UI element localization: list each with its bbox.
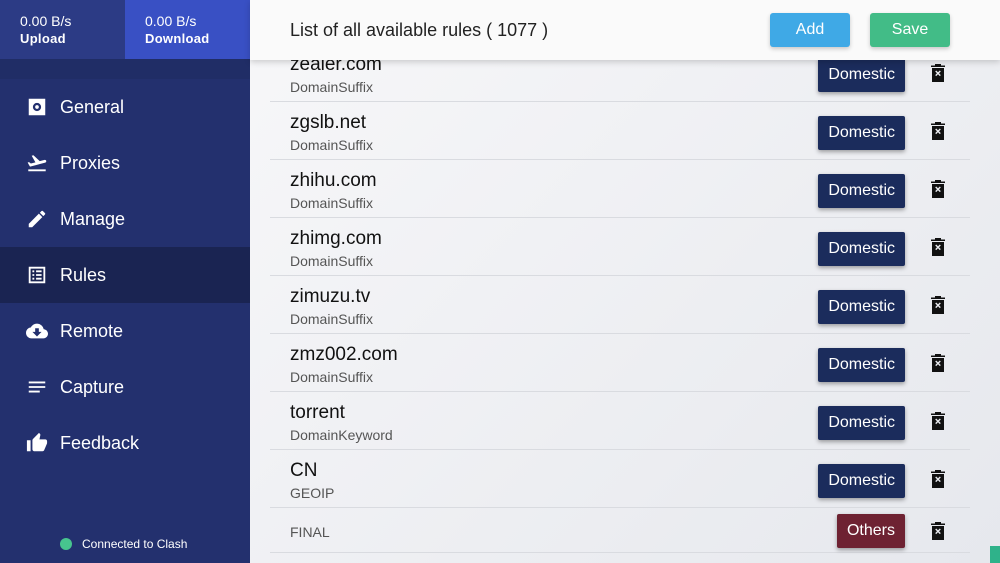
sidebar-item-general[interactable]: General bbox=[0, 79, 250, 135]
policy-button[interactable]: Domestic bbox=[818, 116, 905, 150]
upload-stat: 0.00 B/s Upload bbox=[0, 0, 125, 59]
add-button[interactable]: Add bbox=[770, 13, 850, 47]
rule-type: FINAL bbox=[290, 524, 330, 540]
upload-label: Upload bbox=[20, 31, 66, 46]
connection-status: Connected to Clash bbox=[60, 537, 187, 551]
scroll-indicator bbox=[990, 546, 1000, 563]
rule-type: DomainSuffix bbox=[290, 195, 374, 211]
rule-type: DomainSuffix bbox=[290, 253, 374, 269]
sidebar-item-label: Proxies bbox=[60, 152, 121, 173]
sidebar-item-rules[interactable]: Rules bbox=[0, 247, 250, 303]
cloud-download-icon bbox=[26, 320, 48, 342]
rule-name: zhihu.com bbox=[290, 170, 377, 191]
sidebar-item-feedback[interactable]: Feedback bbox=[0, 415, 250, 471]
rule-type: DomainSuffix bbox=[290, 137, 374, 153]
rule-type: GEOIP bbox=[290, 485, 335, 501]
trash-icon[interactable] bbox=[931, 354, 945, 372]
trash-icon[interactable] bbox=[931, 296, 945, 314]
trash-icon[interactable] bbox=[931, 180, 945, 198]
download-label: Download bbox=[145, 31, 210, 46]
table-row: CN GEOIP Domestic bbox=[270, 450, 970, 508]
main-panel: List of all available rules ( 1077 ) Add… bbox=[250, 0, 1000, 563]
rule-name: zgslb.net bbox=[290, 112, 367, 133]
connection-status-text: Connected to Clash bbox=[82, 537, 188, 551]
traffic-stats: 0.00 B/s Upload 0.00 B/s Download bbox=[0, 0, 250, 59]
rule-type: DomainSuffix bbox=[290, 79, 374, 95]
policy-button[interactable]: Domestic bbox=[818, 348, 905, 382]
sidebar-item-label: Manage bbox=[60, 208, 126, 229]
sidebar-item-label: Rules bbox=[60, 264, 107, 285]
page-header: List of all available rules ( 1077 ) Add… bbox=[250, 0, 1000, 60]
save-button[interactable]: Save bbox=[870, 13, 950, 47]
policy-button[interactable]: Domestic bbox=[818, 406, 905, 440]
table-row: zhihu.com DomainSuffix Domestic bbox=[270, 160, 970, 218]
table-row-final: FINAL Others bbox=[270, 508, 970, 553]
rule-name: CN bbox=[290, 460, 318, 481]
policy-button[interactable]: Domestic bbox=[818, 174, 905, 208]
sidebar-nav: General Proxies Manage Rules Remote Capt… bbox=[0, 79, 250, 471]
pencil-icon bbox=[26, 208, 48, 230]
thumbs-up-icon bbox=[26, 432, 48, 454]
download-value: 0.00 B/s bbox=[145, 13, 197, 29]
plane-departure-icon bbox=[26, 152, 48, 174]
policy-button[interactable]: Others bbox=[836, 514, 905, 548]
upload-value: 0.00 B/s bbox=[20, 13, 72, 29]
table-row: zmz002.com DomainSuffix Domestic bbox=[270, 334, 970, 392]
download-stat: 0.00 B/s Download bbox=[125, 0, 250, 59]
sidebar-item-manage[interactable]: Manage bbox=[0, 191, 250, 247]
rule-name: zimuzu.tv bbox=[290, 286, 371, 307]
gear-icon bbox=[26, 96, 48, 118]
rule-type: DomainKeyword bbox=[290, 427, 393, 443]
policy-button[interactable]: Domestic bbox=[818, 232, 905, 266]
sidebar-item-proxies[interactable]: Proxies bbox=[0, 135, 250, 191]
policy-button[interactable]: Domestic bbox=[818, 58, 905, 92]
sidebar-item-label: Feedback bbox=[60, 432, 140, 453]
rule-name: zhimg.com bbox=[290, 228, 382, 249]
sidebar-divider bbox=[0, 59, 250, 79]
trash-icon[interactable] bbox=[931, 412, 945, 430]
trash-icon[interactable] bbox=[931, 522, 945, 540]
table-row: zhimg.com DomainSuffix Domestic bbox=[270, 218, 970, 276]
rule-type: DomainSuffix bbox=[290, 311, 374, 327]
sidebar-item-label: Remote bbox=[60, 320, 124, 341]
table-row: torrent DomainKeyword Domestic bbox=[270, 392, 970, 450]
trash-icon[interactable] bbox=[931, 238, 945, 256]
rule-name: torrent bbox=[290, 402, 345, 423]
rule-name: zmz002.com bbox=[290, 344, 398, 365]
sidebar-item-capture[interactable]: Capture bbox=[0, 359, 250, 415]
trash-icon[interactable] bbox=[931, 64, 945, 82]
trash-icon[interactable] bbox=[931, 470, 945, 488]
status-dot-icon bbox=[60, 538, 72, 550]
sidebar-item-label: Capture bbox=[60, 376, 125, 397]
list-icon bbox=[26, 264, 48, 286]
sidebar-item-remote[interactable]: Remote bbox=[0, 303, 250, 359]
sidebar-item-label: General bbox=[60, 96, 125, 117]
rule-type: DomainSuffix bbox=[290, 369, 374, 385]
policy-button[interactable]: Domestic bbox=[818, 290, 905, 324]
sidebar: 0.00 B/s Upload 0.00 B/s Download Genera… bbox=[0, 0, 250, 563]
page-title: List of all available rules ( 1077 ) bbox=[290, 20, 549, 40]
table-row: zimuzu.tv DomainSuffix Domestic bbox=[270, 276, 970, 334]
policy-button[interactable]: Domestic bbox=[818, 464, 905, 498]
trash-icon[interactable] bbox=[931, 122, 945, 140]
lines-icon bbox=[26, 376, 48, 398]
table-row: zgslb.net DomainSuffix Domestic bbox=[270, 102, 970, 160]
rules-list[interactable]: zealer.com DomainSuffix Domestic zgslb.n… bbox=[270, 44, 970, 553]
